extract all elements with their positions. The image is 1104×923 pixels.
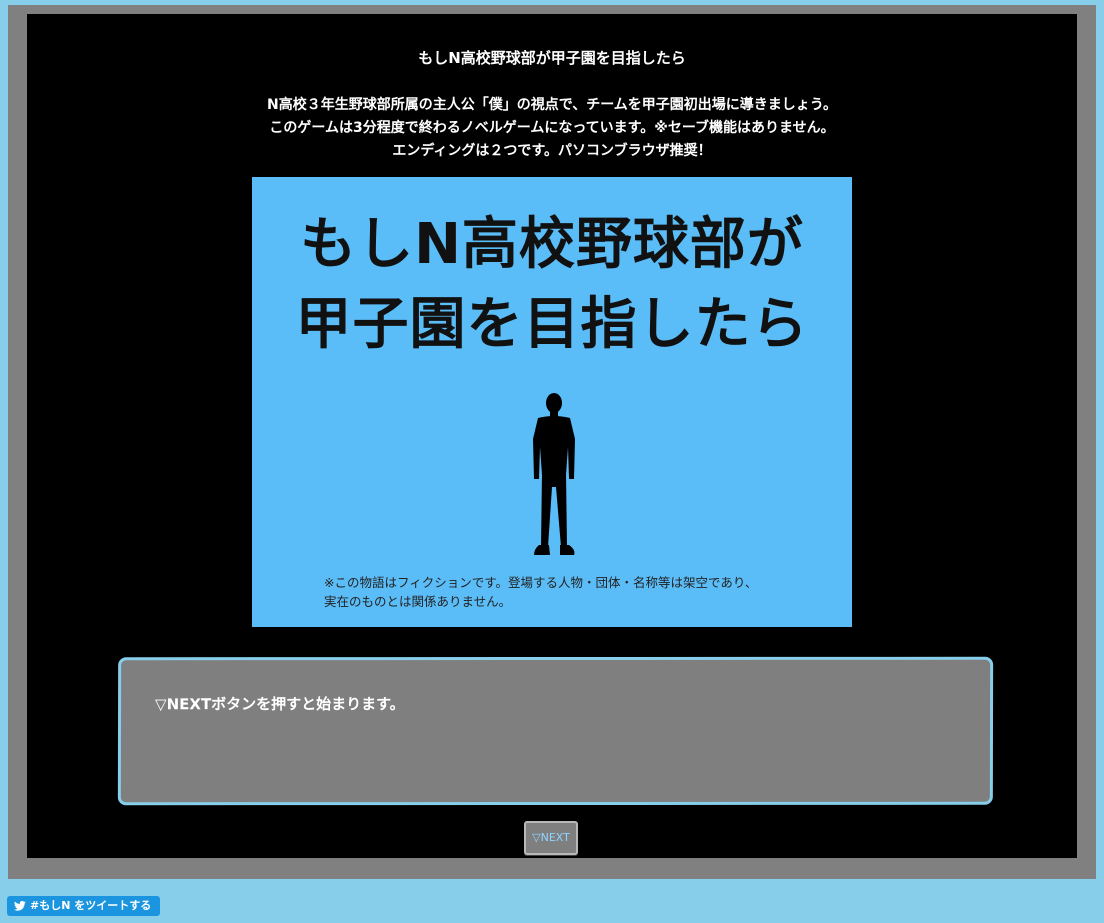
title-image-line-1: もしN高校野球部が (300, 212, 804, 277)
game-frame: もしN高校野球部が甲子園を目指したら N高校３年生野球部所属の主人公「僕」の視点… (8, 5, 1096, 879)
game-screen: もしN高校野球部が甲子園を目指したら N高校３年生野球部所属の主人公「僕」の視点… (27, 14, 1077, 858)
disclaimer-line: 実在のものとは関係ありません。 (324, 594, 512, 609)
title-image-line-2: 甲子園を目指したら (295, 292, 809, 357)
disclaimer-line: ※この物語はフィクションです。登場する人物・団体・名称等は架空であり、 (324, 575, 758, 590)
intro-line: このゲームは3分程度で終わるノベルゲームになっています。※セーブ機能はありません… (269, 120, 835, 136)
game-title: もしN高校野球部が甲子園を目指したら (418, 49, 686, 67)
tweet-label: #もしN をツイートする (30, 899, 152, 912)
message-box: ▽NEXTボタンを押すと始まります。 (117, 656, 994, 806)
title-image: もしN高校野球部が 甲子園を目指したら ※この物語はフィクションです。登場する人… (252, 177, 852, 627)
disclaimer: ※この物語はフィクションです。登場する人物・団体・名称等は架空であり、 実在のも… (324, 573, 757, 611)
person-silhouette-icon (533, 393, 575, 555)
intro-line: エンディングは２つです。パソコンブラウザ推奨！ (392, 143, 712, 159)
intro-text: N高校３年生野球部所属の主人公「僕」の視点で、チームを甲子園初出場に導きましょう… (27, 94, 1077, 163)
intro-line: N高校３年生野球部所属の主人公「僕」の視点で、チームを甲子園初出場に導きましょう… (267, 97, 837, 113)
message-text: ▽NEXTボタンを押すと始まります。 (155, 695, 405, 714)
tweet-button[interactable]: #もしN をツイートする (7, 896, 161, 916)
next-button[interactable]: ▽NEXT (524, 821, 578, 855)
twitter-bird-icon (14, 901, 26, 911)
